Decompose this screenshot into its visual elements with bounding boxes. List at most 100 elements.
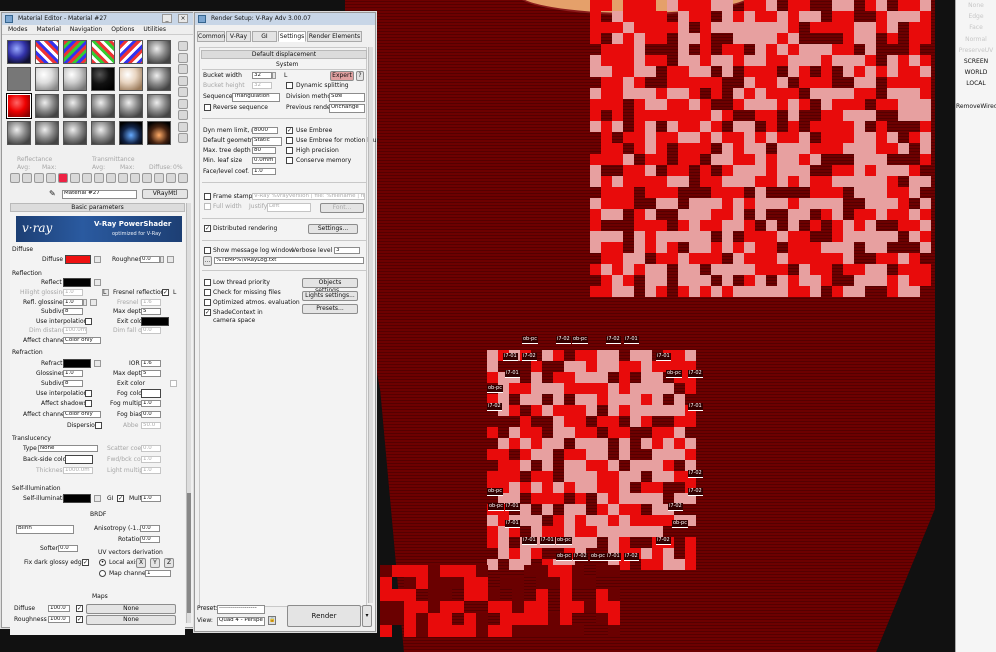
missing-files-checkbox[interactable] bbox=[204, 289, 211, 296]
self-illum-color[interactable] bbox=[63, 494, 91, 503]
low-thread-checkbox[interactable] bbox=[204, 279, 211, 286]
rp-edge[interactable]: Edge bbox=[956, 11, 996, 22]
dim-distance-field[interactable]: 100.0m bbox=[63, 327, 87, 334]
division-select[interactable]: Size bbox=[329, 93, 365, 102]
brdf-type-select[interactable]: Blinn bbox=[16, 525, 74, 534]
tree-depth-field[interactable]: 80 bbox=[252, 147, 276, 154]
dyn-mem-field[interactable]: 8000 bbox=[252, 127, 278, 134]
map-diffuse-amount[interactable]: 100.0 bbox=[48, 605, 70, 612]
sample-slot[interactable] bbox=[63, 67, 87, 91]
sample-slot[interactable] bbox=[35, 94, 59, 118]
thickness-field[interactable]: 1000.0m bbox=[63, 467, 93, 474]
map-channel-field[interactable]: 1 bbox=[145, 570, 171, 577]
rp-normal[interactable]: Normal bbox=[956, 34, 996, 45]
menu-navigation[interactable]: Navigation bbox=[70, 26, 102, 33]
sample-slot[interactable] bbox=[119, 67, 143, 91]
refl-gloss-field[interactable]: 1.0 bbox=[63, 299, 83, 306]
dim-falloff-field[interactable]: 0.0 bbox=[141, 327, 161, 334]
material-tool-icon[interactable] bbox=[130, 173, 140, 183]
font-button[interactable]: Font... bbox=[320, 203, 364, 213]
light-mult-field[interactable]: 1.0 bbox=[141, 467, 161, 474]
bucket-width-field[interactable]: 32 bbox=[252, 72, 272, 79]
tab-v-ray[interactable]: V-Ray bbox=[226, 31, 251, 42]
sample-slot[interactable] bbox=[119, 121, 143, 145]
mult-field[interactable]: 1.0 bbox=[141, 495, 161, 502]
preset-select[interactable]: ------------------- bbox=[217, 605, 265, 614]
slot-tool-icon[interactable] bbox=[178, 87, 188, 97]
local-axis-radio[interactable]: • bbox=[99, 559, 106, 566]
refl-subdivs-field[interactable]: 8 bbox=[63, 308, 83, 315]
sample-slot[interactable] bbox=[63, 40, 87, 64]
anisotropy-field[interactable]: 0.0 bbox=[140, 525, 160, 532]
use-embree-checkbox[interactable]: ✓ bbox=[286, 127, 293, 134]
sample-slot[interactable] bbox=[91, 67, 115, 91]
fix-dark-checkbox[interactable]: ✓ bbox=[82, 559, 89, 566]
map-diffuse-checkbox[interactable]: ✓ bbox=[76, 605, 83, 612]
rp-local[interactable]: LOCAL bbox=[956, 78, 996, 89]
map-roughness-checkbox[interactable]: ✓ bbox=[76, 616, 83, 623]
hilight-gloss-field[interactable]: 1.0 bbox=[63, 289, 83, 296]
slot-tool-icon[interactable] bbox=[178, 121, 188, 132]
material-tool-icon[interactable] bbox=[46, 173, 56, 183]
soften-field[interactable]: 0.0 bbox=[58, 545, 78, 552]
expert-button[interactable]: Expert bbox=[330, 71, 354, 81]
justify-select[interactable]: Left bbox=[267, 203, 311, 212]
refr-affect-ch-select[interactable]: Color only bbox=[63, 411, 101, 418]
refl-affect-ch-select[interactable]: Color only bbox=[63, 337, 101, 344]
reverse-sequence-checkbox[interactable] bbox=[204, 104, 211, 111]
frame-stamp-field[interactable]: V-Ray %vrayversion | file: %filename | f… bbox=[252, 193, 365, 200]
roughness-map-button[interactable] bbox=[167, 256, 174, 263]
slot-tool-icon[interactable] bbox=[178, 110, 188, 120]
menu-material[interactable]: Material bbox=[36, 26, 60, 33]
bucket-height-field[interactable]: 32 bbox=[252, 82, 272, 89]
material-editor-scrollbar[interactable] bbox=[186, 203, 191, 623]
material-tool-icon[interactable] bbox=[70, 173, 80, 183]
default-geometry-select[interactable]: Static bbox=[252, 137, 282, 146]
material-tool-icon[interactable] bbox=[106, 173, 116, 183]
render-dropdown-button[interactable]: ▾ bbox=[362, 605, 372, 627]
rp-face[interactable]: Face bbox=[956, 22, 996, 33]
frame-stamp-checkbox[interactable] bbox=[204, 193, 211, 200]
map-roughness-button[interactable]: None bbox=[86, 615, 176, 625]
z-axis-button[interactable]: Z bbox=[164, 558, 174, 568]
show-log-checkbox[interactable] bbox=[204, 247, 211, 254]
refr-use-interp-checkbox[interactable] bbox=[85, 390, 92, 397]
refract-color[interactable] bbox=[63, 359, 91, 368]
transl-type-select[interactable]: None bbox=[38, 445, 98, 452]
refl-use-interp-checkbox[interactable] bbox=[85, 318, 92, 325]
sample-slot[interactable] bbox=[63, 121, 87, 145]
sample-slot[interactable] bbox=[35, 40, 59, 64]
render-setup-scrollbar[interactable] bbox=[368, 47, 373, 603]
sample-slot[interactable] bbox=[63, 94, 87, 118]
glossiness-field[interactable]: 1.0 bbox=[63, 370, 83, 377]
refr-subdivs-field[interactable]: 8 bbox=[63, 380, 83, 387]
material-tool-icon[interactable] bbox=[118, 173, 128, 183]
rp-screen[interactable]: SCREEN bbox=[956, 56, 996, 67]
view-select[interactable]: Quad 4 - Perspe bbox=[217, 617, 265, 626]
sample-slot[interactable] bbox=[119, 94, 143, 118]
tab-settings[interactable]: Settings bbox=[278, 31, 306, 42]
sample-slot[interactable] bbox=[91, 40, 115, 64]
material-tool-icon[interactable] bbox=[94, 173, 104, 183]
render-button[interactable]: Render bbox=[287, 605, 361, 627]
render-setup-titlebar[interactable]: Render Setup: V-Ray Adv 3.00.07 bbox=[195, 13, 375, 25]
diffuse-map-button[interactable] bbox=[94, 256, 101, 263]
refr-max-depth-field[interactable]: 5 bbox=[141, 370, 161, 377]
material-tool-icon[interactable] bbox=[166, 173, 176, 183]
lights-settings-button[interactable]: Lights settings... bbox=[302, 291, 358, 301]
refr-exit-color-checkbox[interactable] bbox=[170, 380, 177, 387]
sample-slot[interactable] bbox=[6, 93, 32, 119]
sample-slot[interactable] bbox=[91, 94, 115, 118]
slot-tool-icon[interactable] bbox=[178, 64, 188, 74]
full-width-checkbox[interactable] bbox=[204, 203, 211, 210]
material-tool-icon[interactable] bbox=[154, 173, 164, 183]
self-illum-map-button[interactable] bbox=[94, 495, 101, 502]
reflect-color[interactable] bbox=[63, 278, 91, 287]
material-tool-icon[interactable] bbox=[58, 173, 68, 183]
rotation-field[interactable]: 0.0 bbox=[140, 536, 160, 543]
sample-slot[interactable] bbox=[119, 40, 143, 64]
slot-tool-icon[interactable] bbox=[178, 98, 188, 109]
ior-field[interactable]: 1.6 bbox=[141, 360, 161, 367]
rp-none[interactable]: None bbox=[956, 0, 996, 11]
default-displacement-rollout[interactable]: Default displacement bbox=[201, 50, 367, 59]
